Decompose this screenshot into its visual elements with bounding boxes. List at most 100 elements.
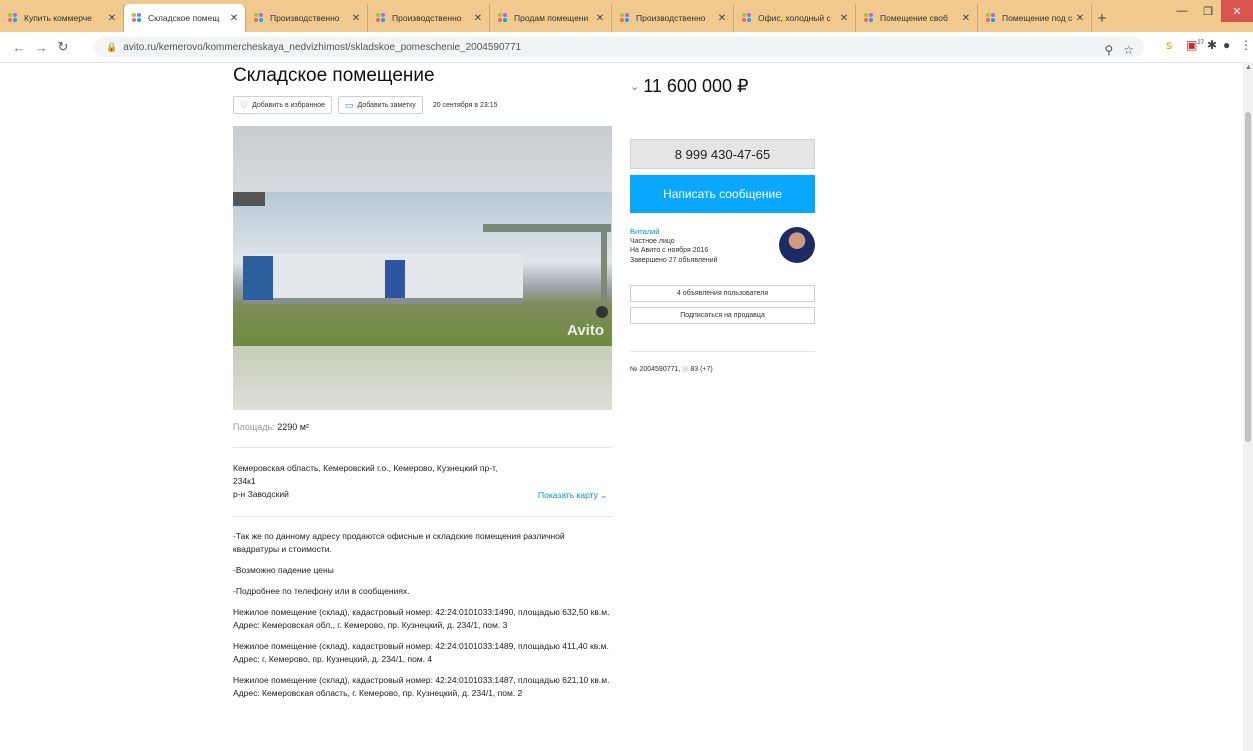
subscribe-seller-button[interactable]: Подписаться на продавца [630, 307, 815, 324]
lock-icon: 🔒 [106, 41, 118, 52]
tab-active[interactable]: Складское помещ ✕ [124, 4, 246, 32]
avito-favicon-icon [986, 13, 996, 23]
zoom-icon[interactable]: ⚲ [1104, 43, 1113, 57]
address-bar-icons: ⚲ ☆ [1104, 43, 1134, 57]
avito-favicon-icon [742, 13, 752, 23]
subscribe-label: Подписаться на продавца [680, 312, 765, 319]
write-message-label: Написать сообщение [663, 187, 782, 201]
avito-favicon-icon [376, 13, 386, 23]
listing-actions: ♡ Добавить в избранное ▭ Добавить заметк… [233, 96, 498, 114]
seller-info: Виталий Частное лицо На Авито с ноября 2… [630, 227, 718, 265]
avito-favicon-icon [132, 13, 142, 23]
tab-close-icon[interactable]: ✕ [961, 13, 971, 24]
tab[interactable]: Офис, холодный с ✕ [734, 4, 856, 32]
heart-icon: ♡ [240, 99, 249, 110]
price-value: 11 600 000 ₽ [643, 76, 749, 96]
tab[interactable]: Помещение своб ✕ [856, 4, 978, 32]
scrollbar-thumb[interactable] [1245, 112, 1251, 442]
photo-zoom-icon[interactable] [596, 306, 608, 318]
tab-close-icon[interactable]: ✕ [229, 13, 239, 24]
tab-close-icon[interactable]: ✕ [595, 13, 605, 24]
note-icon: ▭ [344, 99, 354, 110]
user-ads-button[interactable]: 4 объявления пользователя [630, 285, 815, 302]
divider [630, 351, 815, 352]
scrollbar[interactable]: ▲ [1243, 62, 1253, 751]
address-line: 234к1 [233, 476, 256, 486]
phone-number: 8 999 430-47-65 [674, 146, 771, 162]
show-map-link[interactable]: Показать карту ⌄ [538, 490, 607, 501]
window-close-button[interactable]: ✕ [1221, 0, 1253, 22]
tab-strip: Купить коммерче ✕ Складское помещ ✕ Прои… [0, 0, 1253, 32]
browser-toolbar: ← → ↻ 🔒 avito.ru/kemerovo/kommercheskaya… [0, 32, 1253, 63]
new-tab-button[interactable]: + [1092, 4, 1112, 32]
seller-name[interactable]: Виталий [630, 227, 718, 237]
tab-close-icon[interactable]: ✕ [717, 13, 727, 24]
restore-button[interactable]: ❐ [1195, 0, 1221, 22]
add-note-button[interactable]: ▭ Добавить заметку [337, 96, 423, 114]
tab-close-icon[interactable]: ✕ [351, 13, 361, 24]
address-line: Кемеровская область, Кемеровский г.о., К… [233, 463, 498, 473]
tab[interactable]: Помещение под с ✕ [978, 4, 1092, 32]
area-value: 2290 м² [277, 422, 309, 432]
user-ads-label: 4 объявления пользователя [676, 290, 769, 297]
price-dropdown-icon[interactable]: ⌄ [630, 80, 639, 93]
tab-title: Помещение своб [880, 13, 948, 23]
seller-completed: Завершено 27 объявлений [630, 256, 718, 264]
ad-number: № 2004590771, [630, 366, 681, 373]
tab-close-icon[interactable]: ✕ [107, 13, 117, 24]
tab-title: Складское помещ [148, 13, 220, 23]
listing-photo[interactable]: Avito [233, 126, 612, 410]
tab-title: Помещение под с [1002, 13, 1073, 23]
extension-badge-icon[interactable]: ▣27 [1186, 38, 1204, 52]
extension-icon[interactable]: ꜱ [1166, 38, 1172, 52]
avito-favicon-icon [8, 13, 18, 23]
tab-close-icon[interactable]: ✕ [839, 13, 849, 24]
description-paragraph: Нежилое помещение (склад), кадастровый н… [233, 607, 610, 630]
tab-title: Продам помещени [514, 13, 589, 23]
tab[interactable]: Продам помещени ✕ [490, 4, 612, 32]
tab[interactable]: Производственно ✕ [368, 4, 490, 32]
profile-icon[interactable]: ● [1223, 38, 1230, 52]
seller-type: Частное лицо [630, 237, 675, 245]
avito-favicon-icon [620, 13, 630, 23]
tab[interactable]: Производственно ✕ [612, 4, 734, 32]
back-button[interactable]: ← [8, 40, 30, 55]
tab-close-icon[interactable]: ✕ [473, 13, 483, 24]
tab-title: Офис, холодный с [758, 13, 831, 23]
description: -Так же по данному адресу продаются офис… [233, 530, 612, 708]
bookmark-star-icon[interactable]: ☆ [1123, 43, 1134, 57]
window-controls: — ❐ ✕ [1169, 0, 1253, 24]
avito-favicon-icon [498, 13, 508, 23]
tab-close-icon[interactable]: ✕ [1075, 13, 1085, 24]
area-info: Площадь: 2290 м² [233, 422, 309, 432]
show-map-label: Показать карту [538, 490, 598, 500]
divider [233, 447, 612, 448]
publish-date: 20 сентября в 23:15 [432, 101, 498, 109]
extensions-puzzle-icon[interactable]: ✱ [1207, 38, 1217, 52]
write-message-button[interactable]: Написать сообщение [630, 175, 815, 213]
show-phone-button[interactable]: 8 999 430-47-65 [630, 139, 815, 169]
address-bar[interactable]: 🔒 avito.ru/kemerovo/kommercheskaya_nedvi… [94, 37, 1144, 57]
description-paragraph: -Подробнее по телефону или в сообщениях. [233, 586, 410, 596]
forward-button[interactable]: → [30, 40, 52, 55]
tab[interactable]: Купить коммерче ✕ [0, 4, 124, 32]
tab-title: Производственно [270, 13, 340, 23]
tab-title: Производственно [636, 13, 706, 23]
tab[interactable]: Производственно ✕ [246, 4, 368, 32]
menu-kebab-icon[interactable]: ⋮ [1240, 38, 1252, 52]
divider [233, 516, 612, 517]
area-label: Площадь: [233, 422, 275, 432]
add-favorite-button[interactable]: ♡ Добавить в избранное [233, 96, 332, 114]
extension-badge-count: 27 [1197, 40, 1205, 46]
price: ⌄ 11 600 000 ₽ [630, 76, 748, 97]
scroll-up-icon[interactable]: ▲ [1245, 64, 1252, 71]
photo-label [233, 192, 265, 206]
minimize-button[interactable]: — [1169, 0, 1195, 22]
tab-title: Производственно [392, 13, 462, 23]
add-favorite-label: Добавить в избранное [252, 101, 325, 109]
avatar[interactable] [779, 227, 815, 263]
description-paragraph: -Так же по данному адресу продаются офис… [233, 531, 565, 554]
reload-button[interactable]: ↻ [52, 39, 74, 55]
avito-watermark: Avito [567, 322, 604, 339]
page-content: Складское помещение ♡ Добавить в избранн… [0, 62, 1243, 751]
